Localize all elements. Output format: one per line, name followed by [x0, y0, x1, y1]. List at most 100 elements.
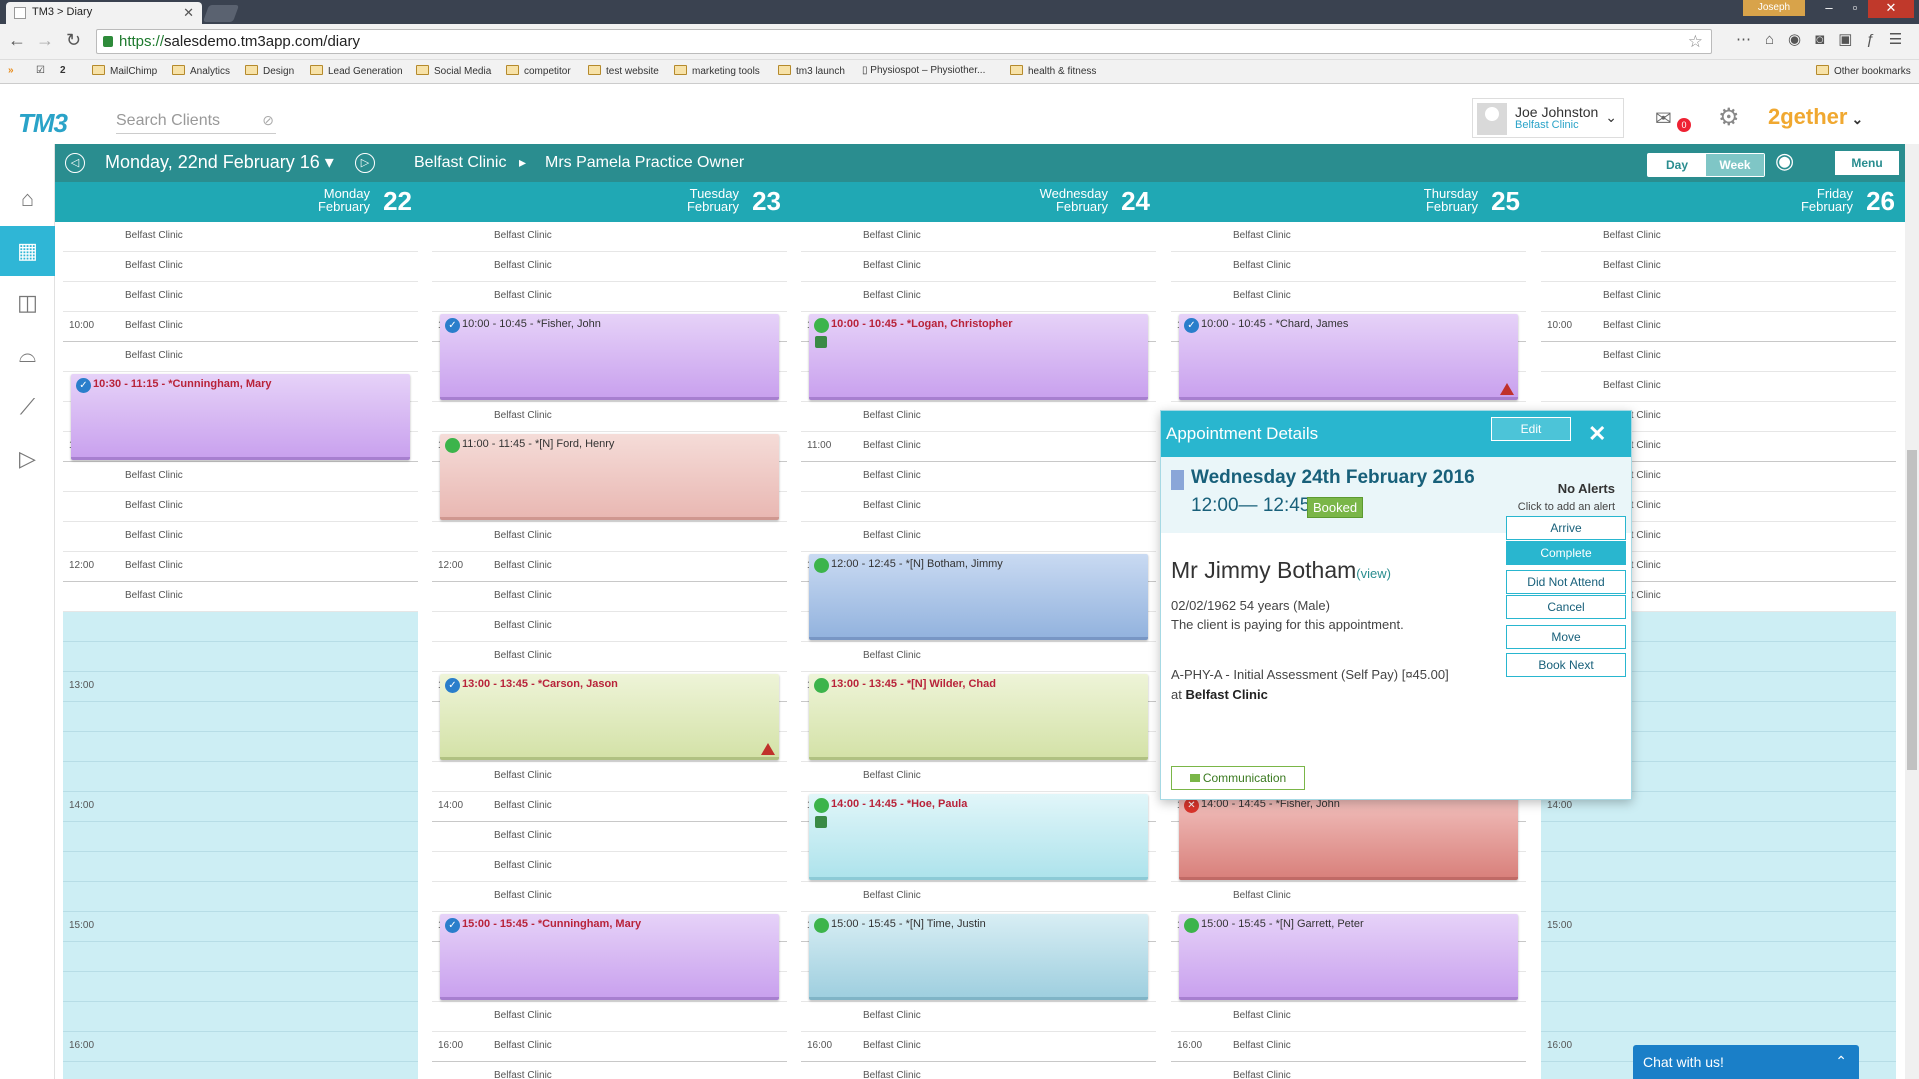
- time-slot[interactable]: [63, 1002, 418, 1032]
- time-slot[interactable]: Belfast Clinic: [63, 252, 418, 282]
- home-icon[interactable]: ⌂: [0, 174, 55, 224]
- time-slot[interactable]: [1541, 942, 1896, 972]
- url-input[interactable]: https://salesdemo.tm3app.com/diary ☆: [96, 29, 1712, 54]
- time-slot[interactable]: Belfast Clinic: [63, 492, 418, 522]
- time-slot[interactable]: Belfast Clinic: [63, 282, 418, 312]
- appointment-block[interactable]: 12:00 - 12:45 - *[N] Botham, Jimmy: [809, 554, 1148, 640]
- inbox-tray-icon[interactable]: ⌓: [0, 330, 55, 380]
- time-slot[interactable]: 10:00 Belfast Clinic: [1541, 312, 1896, 342]
- did-not-attend-button[interactable]: Did Not Attend: [1506, 570, 1626, 594]
- day-header-friday[interactable]: Friday February 26: [1541, 182, 1901, 222]
- time-slot[interactable]: 10:00 Belfast Clinic: [63, 312, 418, 342]
- day-header-wednesday[interactable]: Wednesday February 24: [801, 182, 1156, 222]
- appointment-block[interactable]: ✓ 15:00 - 15:45 - *Cunningham, Mary: [440, 914, 779, 1000]
- back-icon[interactable]: ←: [8, 30, 26, 51]
- brand-menu[interactable]: 2gether ⌄: [1768, 104, 1863, 130]
- day-header-monday[interactable]: Monday February 22: [63, 182, 418, 222]
- time-slot[interactable]: Belfast Clinic: [801, 762, 1156, 792]
- complete-button[interactable]: Complete: [1506, 541, 1626, 565]
- bookmark-item[interactable]: Social Media: [416, 65, 491, 77]
- appointment-block[interactable]: ✕ 14:00 - 14:45 - *Fisher, John: [1179, 794, 1518, 880]
- time-slot[interactable]: Belfast Clinic: [801, 252, 1156, 282]
- forward-icon[interactable]: →: [36, 30, 54, 51]
- time-slot[interactable]: Belfast Clinic: [801, 282, 1156, 312]
- move-button[interactable]: Move: [1506, 625, 1626, 649]
- time-slot[interactable]: Belfast Clinic: [1171, 882, 1526, 912]
- eye-icon[interactable]: ◉: [1775, 148, 1794, 174]
- time-slot[interactable]: Belfast Clinic: [432, 642, 787, 672]
- maximize-icon[interactable]: ▫: [1842, 0, 1868, 18]
- time-slot[interactable]: Belfast Clinic: [1541, 342, 1896, 372]
- other-bookmarks[interactable]: Other bookmarks: [1816, 65, 1911, 77]
- time-slot[interactable]: [63, 852, 418, 882]
- time-slot[interactable]: Belfast Clinic: [63, 342, 418, 372]
- day-view-button[interactable]: Day: [1648, 154, 1706, 176]
- bookmark-app-icon[interactable]: »: [8, 65, 14, 76]
- time-slot[interactable]: Belfast Clinic: [432, 612, 787, 642]
- time-slot[interactable]: Belfast Clinic: [63, 582, 418, 612]
- appointment-block[interactable]: 13:00 - 13:45 - *[N] Wilder, Chad: [809, 674, 1148, 760]
- time-slot[interactable]: Belfast Clinic: [801, 402, 1156, 432]
- bookmark-2-icon[interactable]: 2: [60, 65, 66, 76]
- user-menu[interactable]: Joe Johnston Belfast Clinic ⌄: [1472, 98, 1624, 138]
- time-slot[interactable]: Belfast Clinic: [801, 1062, 1156, 1079]
- time-slot[interactable]: Belfast Clinic: [1171, 222, 1526, 252]
- reports-chart-icon[interactable]: ⟋: [0, 382, 55, 432]
- time-slot[interactable]: Belfast Clinic: [63, 222, 418, 252]
- time-slot[interactable]: [63, 882, 418, 912]
- gear-icon[interactable]: ⚙: [1718, 103, 1740, 132]
- edit-button[interactable]: Edit: [1491, 417, 1571, 441]
- communication-button[interactable]: Communication: [1171, 766, 1305, 790]
- time-slot[interactable]: [63, 702, 418, 732]
- time-slot[interactable]: Belfast Clinic: [801, 882, 1156, 912]
- time-slot[interactable]: 15:00: [63, 912, 418, 942]
- time-slot[interactable]: Belfast Clinic: [1171, 1062, 1526, 1079]
- bookmark-item[interactable]: competitor: [506, 65, 571, 77]
- time-slot[interactable]: Belfast Clinic: [801, 642, 1156, 672]
- time-slot[interactable]: [1541, 1002, 1896, 1032]
- appointment-block[interactable]: 11:00 - 11:45 - *[N] Ford, Henry: [440, 434, 779, 520]
- time-slot[interactable]: Belfast Clinic: [432, 882, 787, 912]
- browser-tab[interactable]: TM3 > Diary ✕: [6, 2, 202, 24]
- time-slot[interactable]: 15:00: [1541, 912, 1896, 942]
- time-slot[interactable]: Belfast Clinic: [1541, 222, 1896, 252]
- time-slot[interactable]: 14:00 Belfast Clinic: [432, 792, 787, 822]
- minimize-icon[interactable]: –: [1816, 0, 1842, 18]
- search-icon[interactable]: ⊘: [262, 112, 274, 129]
- time-slot[interactable]: Belfast Clinic: [63, 462, 418, 492]
- bookmark-item[interactable]: marketing tools: [674, 65, 760, 77]
- appointment-block[interactable]: ✓ 10:00 - 10:45 - *Chard, James: [1179, 314, 1518, 400]
- time-slot[interactable]: [63, 762, 418, 792]
- time-slot[interactable]: Belfast Clinic: [801, 462, 1156, 492]
- bookmark-item[interactable]: test website: [588, 65, 659, 77]
- page-scrollbar[interactable]: [1905, 144, 1919, 1079]
- bookmark-check-icon[interactable]: ☑: [36, 65, 45, 76]
- time-slot[interactable]: Belfast Clinic: [801, 222, 1156, 252]
- time-slot[interactable]: 16:00 Belfast Clinic: [1171, 1032, 1526, 1062]
- time-slot[interactable]: Belfast Clinic: [1171, 282, 1526, 312]
- time-slot[interactable]: [63, 642, 418, 672]
- previous-day-button[interactable]: ◁: [65, 153, 85, 173]
- day-header-thursday[interactable]: Thursday February 25: [1171, 182, 1526, 222]
- contacts-icon[interactable]: ◫: [0, 278, 55, 328]
- time-slot[interactable]: Belfast Clinic: [432, 822, 787, 852]
- extension-icons[interactable]: ⋯⌂◉◙▣ƒ☰: [1736, 30, 1916, 48]
- time-slot[interactable]: [1541, 972, 1896, 1002]
- bookmark-item[interactable]: Lead Generation: [310, 65, 403, 77]
- time-slot[interactable]: Belfast Clinic: [801, 492, 1156, 522]
- bookmark-item[interactable]: ▯ Physiospot – Physiother...: [862, 65, 985, 76]
- add-alert-link[interactable]: Click to add an alert: [1518, 501, 1615, 513]
- time-slot[interactable]: 12:00 Belfast Clinic: [63, 552, 418, 582]
- week-view-button[interactable]: Week: [1706, 154, 1764, 176]
- time-slot[interactable]: 11:00 Belfast Clinic: [801, 432, 1156, 462]
- bookmark-item[interactable]: Design: [245, 65, 294, 77]
- cancel-button[interactable]: Cancel: [1506, 595, 1626, 619]
- appointment-block[interactable]: 15:00 - 15:45 - *[N] Time, Justin: [809, 914, 1148, 1000]
- time-slot[interactable]: Belfast Clinic: [432, 222, 787, 252]
- time-slot[interactable]: [63, 732, 418, 762]
- time-slot[interactable]: Belfast Clinic: [432, 762, 787, 792]
- time-slot[interactable]: Belfast Clinic: [432, 252, 787, 282]
- bookmark-item[interactable]: Analytics: [172, 65, 230, 77]
- time-slot[interactable]: [1541, 852, 1896, 882]
- time-slot[interactable]: Belfast Clinic: [1541, 282, 1896, 312]
